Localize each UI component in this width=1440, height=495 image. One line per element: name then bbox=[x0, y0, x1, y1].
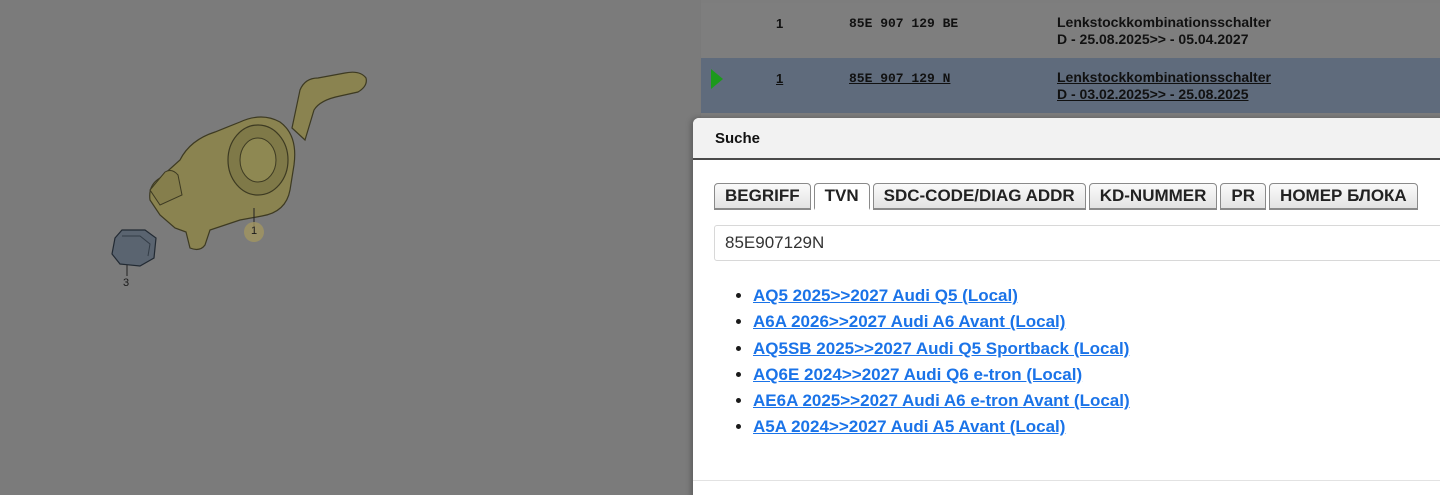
tab-nomer-bloka[interactable]: НОМЕР БЛОКА bbox=[1269, 183, 1418, 210]
tab-sdc-code-diag-addr[interactable]: SDC-CODE/DIAG ADDR bbox=[872, 183, 1086, 210]
dialog-header: Suche bbox=[693, 118, 1440, 160]
result-link[interactable]: AQ5SB 2025>>2027 Audi Q5 Sportback (Loca… bbox=[753, 339, 1129, 358]
list-item: AQ5 2025>>2027 Audi Q5 (Local) bbox=[753, 283, 1130, 309]
result-link[interactable]: AE6A 2025>>2027 Audi A6 e-tron Avant (Lo… bbox=[753, 391, 1130, 410]
search-input[interactable] bbox=[714, 225, 1440, 261]
selected-row-arrow-icon bbox=[711, 69, 723, 89]
list-item: AQ6E 2024>>2027 Audi Q6 e-tron (Local) bbox=[753, 362, 1130, 388]
list-item: AQ5SB 2025>>2027 Audi Q5 Sportback (Loca… bbox=[753, 336, 1130, 362]
description-cell[interactable]: Lenkstockkombinationsschalter D - 03.02.… bbox=[1057, 69, 1271, 103]
list-item: A6A 2026>>2027 Audi A6 Avant (Local) bbox=[753, 309, 1130, 335]
result-link[interactable]: AQ5 2025>>2027 Audi Q5 (Local) bbox=[753, 286, 1018, 305]
tab-begriff[interactable]: BEGRIFF bbox=[714, 183, 811, 210]
tab-kd-nummer[interactable]: KD-NUMMER bbox=[1088, 183, 1218, 210]
result-link[interactable]: AQ6E 2024>>2027 Audi Q6 e-tron (Local) bbox=[753, 365, 1082, 384]
callout-label-3[interactable]: 3 bbox=[123, 277, 129, 289]
steering-column-switch-illustration bbox=[111, 71, 367, 276]
stalk-lever bbox=[291, 71, 367, 142]
list-item: A5A 2024>>2027 Audi A5 Avant (Local) bbox=[753, 414, 1130, 440]
dialog-title: Suche bbox=[715, 130, 761, 147]
result-link[interactable]: A6A 2026>>2027 Audi A6 Avant (Local) bbox=[753, 312, 1065, 331]
part-number-cell: 85E 907 129 BE bbox=[849, 16, 959, 31]
clock-spring-center bbox=[239, 137, 277, 183]
list-item: AE6A 2025>>2027 Audi A6 e-tron Avant (Lo… bbox=[753, 388, 1130, 414]
part-validity[interactable]: D - 03.02.2025>> - 25.08.2025 bbox=[1057, 86, 1248, 102]
tab-tvn[interactable]: TVN bbox=[813, 183, 870, 210]
position-cell: 1 bbox=[776, 16, 784, 31]
table-row[interactable]: 1 85E 907 129 BE Lenkstockkombinationssc… bbox=[701, 3, 1440, 58]
table-row-selected[interactable]: 1 85E 907 129 N Lenkstockkombinationssch… bbox=[701, 58, 1440, 113]
search-dialog: Suche BEGRIFF TVN SDC-CODE/DIAG ADDR KD-NUM… bbox=[693, 118, 1440, 495]
result-link[interactable]: A5A 2024>>2027 Audi A5 Avant (Local) bbox=[753, 417, 1065, 436]
tab-pr[interactable]: PR bbox=[1220, 183, 1267, 210]
parts-diagram: 1 3 bbox=[0, 0, 700, 495]
part-validity: D - 25.08.2025>> - 05.04.2027 bbox=[1057, 31, 1249, 47]
part-name: Lenkstockkombinationsschalter bbox=[1057, 14, 1271, 30]
page-root: 1 3 1 85E 907 129 BE Lenkstockkombinatio… bbox=[0, 0, 1440, 495]
parts-table: 1 85E 907 129 BE Lenkstockkombinationssc… bbox=[701, 0, 1440, 120]
dialog-divider bbox=[693, 480, 1440, 481]
search-results-list: AQ5 2025>>2027 Audi Q5 (Local) A6A 2026>… bbox=[735, 283, 1130, 441]
part-number-cell[interactable]: 85E 907 129 N bbox=[849, 71, 950, 86]
description-cell: Lenkstockkombinationsschalter D - 25.08.… bbox=[1057, 14, 1271, 48]
position-cell[interactable]: 1 bbox=[776, 71, 783, 86]
search-tabs: BEGRIFF TVN SDC-CODE/DIAG ADDR KD-NUMMER PR Н… bbox=[714, 183, 1421, 211]
part-name[interactable]: Lenkstockkombinationsschalter bbox=[1057, 69, 1271, 85]
callout-label-1[interactable]: 1 bbox=[251, 225, 257, 237]
